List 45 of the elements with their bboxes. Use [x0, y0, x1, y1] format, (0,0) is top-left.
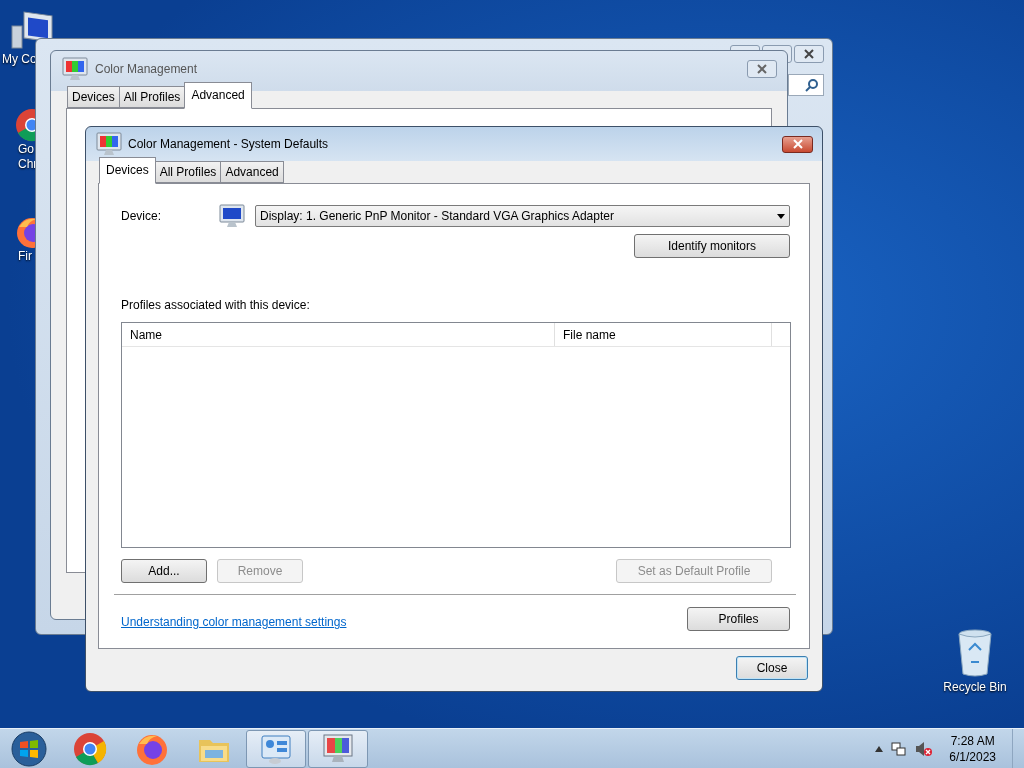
monitor-icon: [218, 202, 246, 230]
window-title: Color Management - System Defaults: [128, 136, 330, 153]
close-icon: [804, 49, 814, 59]
column-header[interactable]: Name: [122, 323, 555, 346]
icon-label: My Co: [1, 52, 37, 67]
close-button[interactable]: [747, 60, 777, 78]
dialog-button[interactable]: Identify monitors: [634, 234, 790, 258]
dropdown-arrow-icon: [777, 213, 785, 219]
tab[interactable]: Advanced: [220, 161, 284, 183]
tray-arrow-icon[interactable]: [875, 745, 884, 752]
tab[interactable]: Devices: [67, 86, 120, 108]
search-field[interactable]: [788, 74, 824, 96]
tab[interactable]: All Profiles: [118, 86, 186, 108]
window-title: Color Management: [95, 61, 199, 78]
dialog-button[interactable]: Profiles: [687, 607, 790, 631]
device-dropdown[interactable]: Display: 1. Generic PnP Monitor - Standard VGA Graphics Adapter: [255, 205, 790, 227]
dialog-button[interactable]: Add...: [121, 559, 207, 583]
start-button-icon[interactable]: [11, 730, 47, 767]
network-icon[interactable]: [891, 740, 908, 757]
taskbar-button[interactable]: [308, 729, 368, 768]
close-button[interactable]: [794, 45, 824, 63]
profiles-label: Profiles associated with this device:: [121, 297, 311, 314]
close-icon: [792, 139, 803, 149]
tab[interactable]: All Profiles: [154, 161, 222, 183]
close-icon: [757, 64, 767, 74]
tab[interactable]: Advanced: [184, 82, 252, 109]
color-monitor-icon: [95, 130, 123, 158]
clock[interactable]: 7:28 AM 6/1/2023: [949, 732, 996, 765]
help-link[interactable]: Understanding color management settings: [121, 613, 347, 631]
column-header[interactable]: File name: [555, 323, 772, 346]
icon-label: Chr: [17, 157, 38, 172]
profiles-list[interactable]: Name File name: [121, 322, 791, 548]
taskbar-button[interactable]: [246, 729, 306, 768]
icon-label: Fir: [17, 249, 32, 264]
close-button[interactable]: [782, 135, 813, 153]
dialog-button[interactable]: Close: [736, 656, 808, 680]
speaker-muted-icon[interactable]: [915, 740, 934, 757]
icon-label: Go: [17, 142, 34, 157]
device-label: Device:: [121, 208, 162, 225]
icon-label: Recycle Bin: [943, 679, 1007, 696]
tab[interactable]: Devices: [99, 157, 156, 184]
search-icon: [805, 78, 819, 92]
app-icon[interactable]: [73, 731, 107, 766]
color-monitor-icon: [61, 55, 89, 83]
recycle-bin-icon[interactable]: [955, 628, 995, 678]
